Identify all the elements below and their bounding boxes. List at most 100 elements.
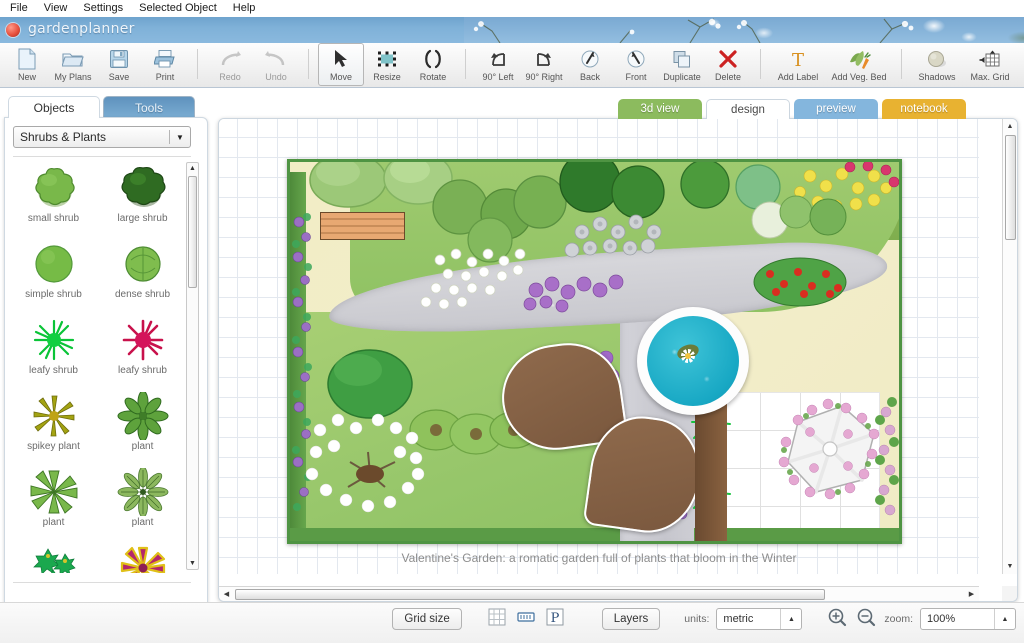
tab-tools[interactable]: Tools [103, 96, 195, 118]
category-select[interactable]: Shrubs & Plants ▼ [13, 126, 191, 148]
shrub-variegated-icon [28, 544, 80, 573]
hedge-border-column[interactable] [695, 397, 727, 541]
grid-size-button[interactable]: Grid size [392, 608, 462, 630]
leafy-shrub-red-icon [117, 316, 169, 364]
redo-button-label: Redo [219, 72, 241, 82]
units-select[interactable]: metric ▲ [716, 608, 803, 630]
my-plans-button[interactable]: My Plans [50, 43, 96, 86]
menu-item-help[interactable]: Help [225, 1, 264, 17]
save-button-label: Save [108, 72, 130, 82]
layers-button[interactable]: Layers [601, 608, 661, 630]
carrot-veg-bed-icon [847, 47, 871, 71]
scroll-right-arrow[interactable]: ▶ [965, 587, 978, 601]
ruler-toggle-button[interactable] [515, 608, 537, 630]
bottom-hedge [290, 528, 620, 541]
object-item-leafy-shrub-red[interactable]: leafy shrub [98, 312, 187, 388]
menu-item-selected-object[interactable]: Selected Object [131, 1, 225, 17]
object-row: plant plant [9, 464, 187, 540]
new-button[interactable]: New [4, 43, 50, 86]
object-item-variegated-shrub-pink[interactable]: variegated shrub [98, 540, 187, 573]
spikey-plant-icon [28, 392, 80, 440]
objects-scrollbar[interactable]: ▲ ▼ [186, 162, 199, 570]
rotate-90-right-button[interactable]: 90° Right [521, 43, 567, 86]
garden-plan[interactable] [287, 159, 902, 544]
objects-scroll-thumb[interactable] [188, 176, 197, 288]
white-flower-patch [420, 248, 526, 310]
toolbar-separator-1 [197, 49, 198, 79]
menu-item-view[interactable]: View [36, 1, 76, 17]
object-item-simple-shrub[interactable]: simple shrub [9, 236, 98, 312]
plan-toggle-button[interactable]: P [544, 608, 566, 630]
scroll-up-arrow[interactable]: ▲ [1003, 120, 1017, 133]
object-item-plant-rosette[interactable]: plant [9, 464, 98, 540]
grid-toggle-button[interactable] [486, 608, 508, 630]
chevron-up-icon[interactable]: ▲ [995, 616, 1015, 623]
send-back-button[interactable]: Back [567, 43, 613, 86]
move-tool-button[interactable]: Move [318, 43, 364, 86]
horizontal-scroll-thumb[interactable] [235, 589, 825, 600]
object-item-spikey-plant[interactable]: spikey plant [9, 388, 98, 464]
silver-rosette-cluster [564, 214, 662, 258]
sphere-shadow-icon [925, 47, 949, 71]
add-veg-bed-button[interactable]: Add Veg. Bed [826, 43, 892, 86]
tab-objects[interactable]: Objects [8, 96, 100, 118]
scroll-left-arrow[interactable]: ◀ [220, 587, 233, 601]
garden-bench[interactable] [320, 212, 405, 240]
duplicate-button[interactable]: Duplicate [659, 43, 705, 86]
chevron-up-icon[interactable]: ▲ [781, 616, 801, 623]
object-item-large-shrub[interactable]: large shrub [98, 160, 187, 236]
rotate-tool-button[interactable]: Rotate [410, 43, 456, 86]
tab-preview[interactable]: preview [794, 99, 878, 119]
canvas-tab-bar: 3d view design preview notebook [618, 99, 966, 119]
object-row: small shrub large shrub [9, 160, 187, 236]
tab-3d-view[interactable]: 3d view [618, 99, 702, 119]
object-item-shrub-variegated[interactable]: shrub variegated [9, 540, 98, 573]
tab-notebook[interactable]: notebook [882, 99, 966, 119]
undo-button-label: Undo [265, 72, 287, 82]
object-label: plant [131, 517, 154, 528]
object-item-dense-shrub[interactable]: dense shrub [98, 236, 187, 312]
zoom-out-button[interactable] [855, 608, 877, 630]
design-canvas-grid[interactable]: Valentine's Garden: a romatic garden ful… [219, 119, 979, 574]
resize-tool-button[interactable]: Resize [364, 43, 410, 86]
purple-flower-trail [523, 274, 624, 313]
circular-pond[interactable] [637, 307, 749, 415]
menu-item-file[interactable]: File [2, 1, 36, 17]
zoom-in-button[interactable] [826, 608, 848, 630]
menu-item-settings[interactable]: Settings [75, 1, 131, 17]
object-item-plant-fern[interactable]: plant [98, 464, 187, 540]
scroll-down-arrow[interactable]: ▼ [187, 558, 198, 569]
undo-button[interactable]: Undo [253, 43, 299, 86]
panel-divider-bottom [13, 582, 191, 583]
rotate-90-left-button[interactable]: 90° Left [475, 43, 521, 86]
scroll-up-arrow[interactable]: ▲ [187, 163, 198, 174]
redo-button[interactable]: Redo [207, 43, 253, 86]
add-label-button[interactable]: T Add Label [770, 43, 826, 86]
max-grid-button[interactable]: Max. Grid [963, 43, 1017, 86]
vertical-scroll-thumb[interactable] [1005, 135, 1016, 240]
object-item-leafy-shrub-green[interactable]: leafy shrub [9, 312, 98, 388]
object-item-plant-star[interactable]: plant [98, 388, 187, 464]
leafy-shrub-green-icon [28, 316, 80, 364]
chevron-down-icon[interactable]: ▼ [170, 133, 190, 142]
canvas-vertical-scrollbar[interactable]: ▲ ▼ [1002, 119, 1017, 574]
toolbar-group-arrange: 90° Left 90° Right Back Front Duplicate … [475, 43, 751, 88]
top-left-trees [309, 162, 453, 208]
grid-size-label: Grid size [404, 613, 450, 625]
bring-front-button[interactable]: Front [613, 43, 659, 86]
tab-design[interactable]: design [706, 99, 790, 119]
save-button[interactable]: Save [96, 43, 142, 86]
status-bar-controls: Grid size P Layers units: metric ▲ zoom:… [392, 608, 1016, 630]
garden-planner-window: File View Settings Selected Object Help [0, 0, 1024, 643]
object-item-small-shrub[interactable]: small shrub [9, 160, 98, 236]
print-button[interactable]: Print [142, 43, 188, 86]
delete-button[interactable]: Delete [705, 43, 751, 86]
scroll-down-arrow[interactable]: ▼ [1003, 560, 1017, 573]
shadows-button[interactable]: Shadows [911, 43, 963, 86]
canvas-horizontal-scrollbar[interactable]: ◀ ▶ [219, 586, 979, 601]
zoom-select[interactable]: 100% ▲ [920, 608, 1016, 630]
add-veg-bed-text: Add Veg. Bed [831, 72, 887, 82]
plan-surfaces [290, 162, 899, 541]
white-shrub-right [751, 195, 847, 239]
layers-label: Layers [613, 613, 649, 625]
